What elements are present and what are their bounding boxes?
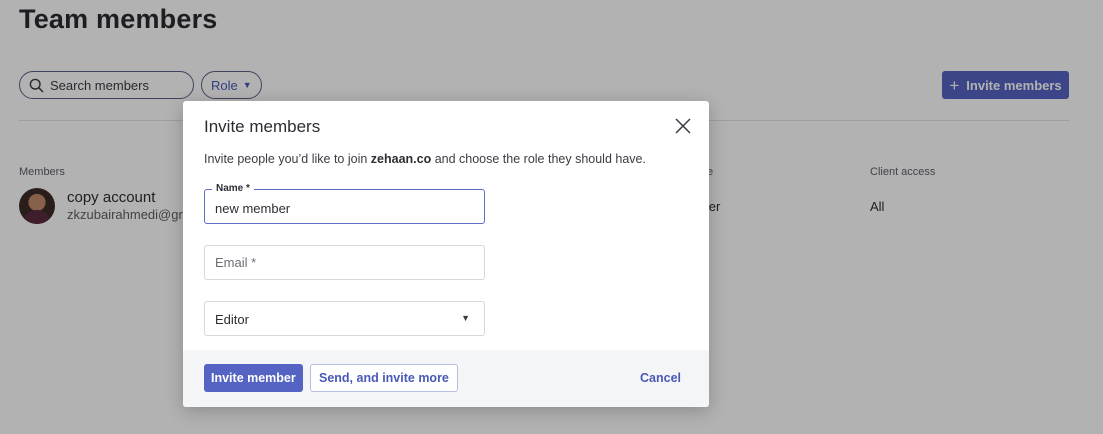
email-field[interactable] (204, 245, 485, 280)
role-select[interactable]: Editor ▼ (204, 301, 485, 336)
close-icon (673, 116, 693, 136)
organization-name: zehaan.co (370, 152, 432, 166)
name-input[interactable] (215, 193, 475, 223)
email-input[interactable] (215, 246, 475, 279)
description-text: Invite people you’d like to join (204, 152, 371, 166)
dialog-title: Invite members (204, 117, 321, 136)
close-button[interactable] (673, 116, 693, 136)
dialog-description: Invite people you’d like to join zehaan.… (204, 152, 646, 166)
description-text-end: and choose the role they should have. (431, 152, 646, 166)
dialog-footer: Invite member Send, and invite more Canc… (183, 350, 709, 407)
cancel-button[interactable]: Cancel (640, 364, 681, 392)
chevron-down-icon: ▼ (461, 313, 470, 323)
invite-members-dialog: Invite members Invite people you’d like … (183, 101, 709, 407)
invite-member-button[interactable]: Invite member (204, 364, 303, 392)
name-field[interactable]: Name * (204, 183, 485, 224)
send-and-invite-more-button[interactable]: Send, and invite more (310, 364, 458, 392)
role-select-value: Editor (215, 312, 249, 327)
